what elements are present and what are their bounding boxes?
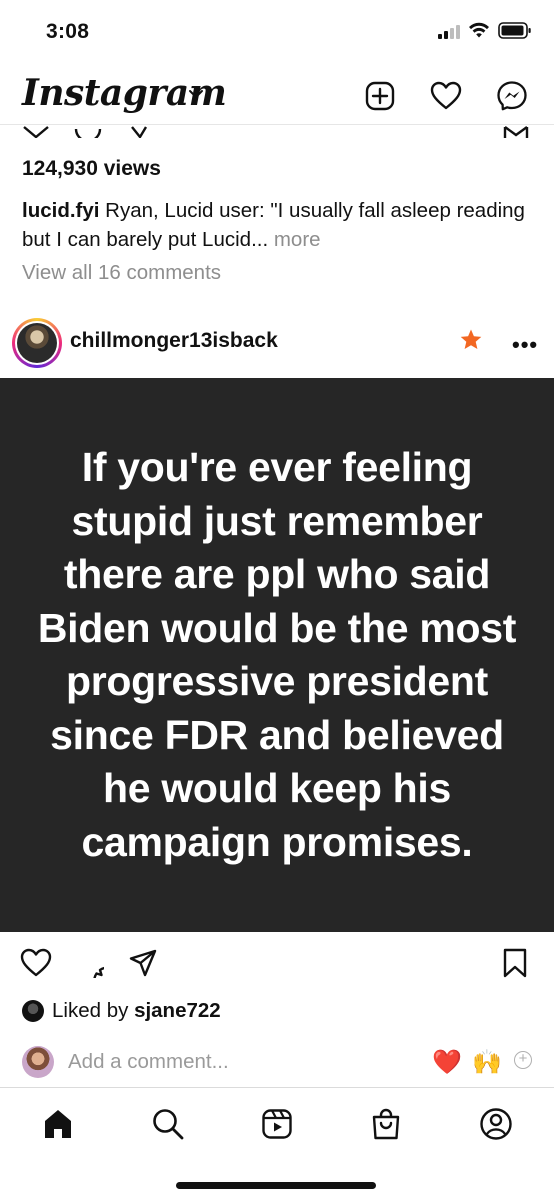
liked-by-avatar bbox=[22, 1000, 44, 1022]
heart-icon bbox=[430, 81, 462, 110]
messenger-button[interactable] bbox=[495, 79, 529, 113]
avatar[interactable] bbox=[12, 318, 62, 368]
home-icon bbox=[45, 1110, 71, 1138]
nav-shop[interactable] bbox=[366, 1104, 406, 1144]
post-image-text: If you're ever feeling stupid just remem… bbox=[37, 444, 517, 865]
nav-reels[interactable] bbox=[257, 1104, 297, 1144]
battery-icon bbox=[498, 22, 531, 39]
cellular-signal-icon bbox=[438, 23, 460, 39]
nav-profile[interactable] bbox=[476, 1104, 516, 1144]
home-indicator bbox=[176, 1182, 376, 1189]
add-comment-row: Add a comment... ❤️ 🙌 + bbox=[0, 1040, 554, 1084]
status-bar: 3:08 bbox=[0, 0, 554, 64]
liked-by-prefix: Liked by bbox=[52, 999, 135, 1022]
status-time: 3:08 bbox=[46, 20, 90, 43]
reels-icon bbox=[262, 1109, 292, 1139]
favorite-star-icon bbox=[460, 329, 482, 349]
caption-more-link[interactable]: more bbox=[268, 228, 321, 251]
post-actions bbox=[0, 942, 554, 988]
bottom-nav bbox=[0, 1087, 554, 1200]
profile-icon bbox=[480, 1108, 512, 1140]
post-username[interactable]: chillmonger13isback bbox=[70, 329, 278, 353]
previous-post-actions bbox=[0, 124, 554, 138]
liked-by-username[interactable]: sjane722 bbox=[134, 999, 221, 1022]
share-icon[interactable] bbox=[128, 948, 158, 978]
save-icon[interactable] bbox=[502, 948, 528, 978]
new-post-button[interactable] bbox=[363, 79, 397, 113]
post-image[interactable]: If you're ever feeling stupid just remem… bbox=[0, 378, 554, 932]
post-header: chillmonger13isback ••• bbox=[0, 306, 554, 378]
messenger-icon bbox=[497, 81, 527, 111]
chevron-down-icon[interactable] bbox=[188, 88, 204, 100]
raised-hands-emoji-button[interactable]: 🙌 bbox=[472, 1048, 502, 1077]
nav-home[interactable] bbox=[38, 1104, 78, 1144]
view-count: 124,930 views bbox=[22, 157, 161, 180]
nav-search[interactable] bbox=[148, 1104, 188, 1144]
status-icons bbox=[438, 22, 532, 39]
view-all-comments-link[interactable]: View all 16 comments bbox=[22, 261, 221, 285]
liked-by[interactable]: Liked by sjane722 bbox=[22, 999, 221, 1023]
new-post-icon bbox=[365, 81, 395, 111]
heart-emoji-button[interactable]: ❤️ bbox=[432, 1048, 462, 1077]
previous-post-action-icons bbox=[23, 126, 529, 138]
app-header: Instagram bbox=[0, 64, 554, 128]
add-emoji-button[interactable]: + bbox=[514, 1051, 532, 1069]
wifi-icon bbox=[469, 22, 489, 38]
comment-icon[interactable] bbox=[74, 948, 104, 978]
current-user-avatar bbox=[22, 1046, 54, 1078]
caption-username[interactable]: lucid.fyi bbox=[22, 199, 99, 222]
shop-icon bbox=[372, 1108, 400, 1140]
search-icon bbox=[153, 1109, 184, 1140]
comment-input[interactable]: Add a comment... bbox=[68, 1050, 229, 1074]
post-caption: lucid.fyi Ryan, Lucid user: "I usually f… bbox=[22, 196, 534, 254]
like-icon[interactable] bbox=[20, 948, 52, 978]
activity-button[interactable] bbox=[429, 79, 463, 113]
more-options-icon[interactable]: ••• bbox=[512, 332, 538, 358]
